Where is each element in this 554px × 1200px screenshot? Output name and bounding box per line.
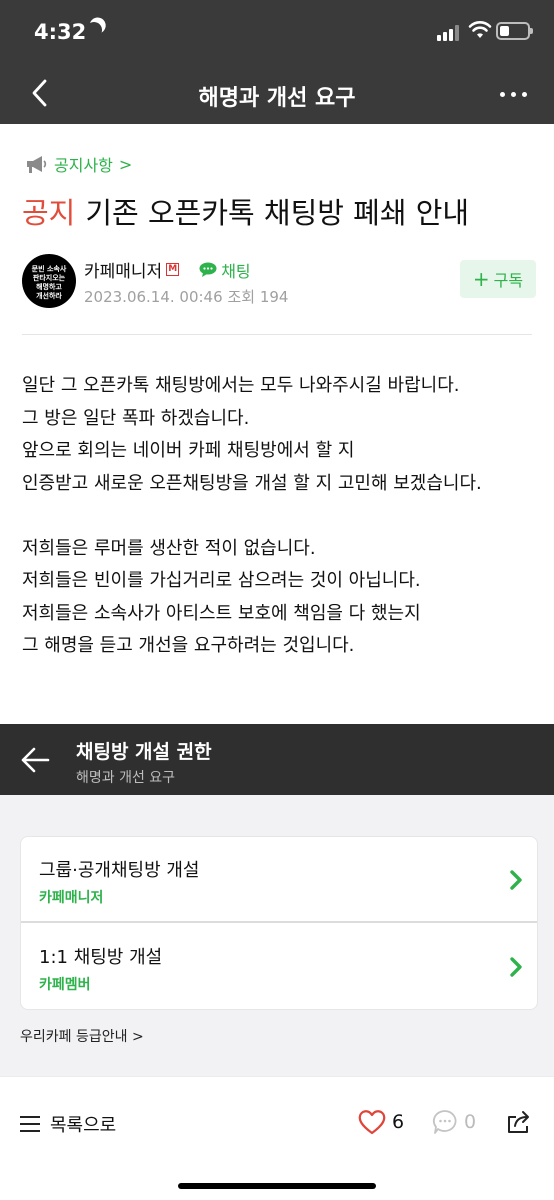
chat-bubble-icon	[199, 262, 217, 277]
divider	[22, 334, 532, 335]
top-bar: 4:32 해명과 개선 요구	[0, 0, 554, 124]
body-line: 저희들은 소속사가 아티스트 보호에 책임을 다 했는지	[22, 602, 421, 624]
body-line: 그 해명을 듣고 개선을 요구하려는 것입니다.	[22, 635, 355, 656]
heart-icon	[358, 1110, 386, 1135]
like-count: 6	[392, 1111, 405, 1133]
board-link[interactable]: 공지사항 >	[24, 152, 132, 176]
subscribe-label: 구독	[493, 271, 524, 290]
manager-badge: M	[166, 263, 180, 276]
menu-item-group-chat[interactable]: 그룹·공개채팅방 개설 카페매니저	[21, 837, 537, 923]
plus-icon: +	[472, 267, 490, 291]
moon-icon	[84, 20, 105, 41]
menu-item-label: 그룹·공개채팅방 개설	[39, 860, 200, 881]
views-label: 조회	[227, 288, 256, 306]
author-name-row: 카페매니저 M 채팅	[84, 257, 251, 283]
status-bar: 4:32	[0, 0, 554, 64]
like-button[interactable]: 6	[358, 1109, 404, 1135]
chevron-right-icon	[510, 957, 522, 977]
post-meta: 2023.06.14. 00:46 조회 194	[84, 286, 288, 307]
post-title-text: 기존 오픈카톡 채팅방 폐쇄 안내	[85, 196, 470, 230]
status-time: 4:32	[34, 20, 87, 44]
navbar: 해명과 개선 요구	[0, 64, 554, 124]
home-indicator	[178, 1183, 376, 1189]
avatar-text-line: 개선하라	[36, 292, 62, 300]
body-line: 인증받고 새로운 오픈채팅방을 개설 할 지 고민해 보겠습니다.	[22, 472, 482, 494]
grade-info-label: 우리카페 등급안내	[20, 1029, 128, 1045]
chevron-right-icon	[510, 870, 522, 890]
post-body: 일단 그 오픈카톡 채팅방에서는 모두 나와주시길 바랍니다. 그 방은 일단 …	[22, 370, 482, 663]
embedded-screen: 채팅방 개설 권한 해명과 개선 요구 그룹·공개채팅방 개설 카페매니저 1:…	[0, 724, 554, 1076]
back-to-list-button[interactable]: 목록으로	[20, 1111, 116, 1137]
more-icon[interactable]	[500, 92, 530, 98]
body-line: 일단 그 오픈카톡 채팅방에서는 모두 나와주시길 바랍니다.	[22, 375, 460, 396]
avatar[interactable]: 문빈 소속사 판타지오는 해명하고 개선하라	[22, 254, 76, 308]
board-name: 공지사항	[54, 156, 113, 175]
menu-item-direct-chat[interactable]: 1:1 채팅방 개설 카페멤버	[21, 924, 537, 1009]
comment-icon	[432, 1110, 457, 1134]
chevron-right-icon: >	[118, 154, 133, 174]
signal-icon	[437, 25, 461, 41]
post-date: 2023.06.14. 00:46	[84, 288, 223, 306]
grade-info-link[interactable]: 우리카페 등급안내 >	[20, 1026, 144, 1046]
avatar-text-line: 문빈 소속사	[31, 265, 67, 273]
back-arrow-icon[interactable]	[20, 746, 50, 774]
author-row: 문빈 소속사 판타지오는 해명하고 개선하라 카페매니저 M 채팅 2023.0…	[22, 252, 536, 310]
share-icon[interactable]	[506, 1109, 532, 1135]
back-to-list-label: 목록으로	[50, 1115, 117, 1136]
menu-item-label: 1:1 채팅방 개설	[39, 947, 163, 968]
megaphone-icon	[27, 156, 47, 173]
views-count: 194	[259, 288, 289, 306]
body-line: 앞으로 회의는 네이버 카페 채팅방에서 할 지	[22, 440, 355, 461]
body-line: 그 방은 일단 폭파 하겠습니다.	[22, 407, 250, 429]
embed-header: 채팅방 개설 권한 해명과 개선 요구	[0, 724, 554, 795]
comment-count: 0	[464, 1111, 477, 1133]
body-line: 저희들은 빈이를 가십거리로 삼으려는 것이 아닙니다.	[22, 570, 421, 591]
embed-subtitle: 해명과 개선 요구	[76, 770, 176, 786]
author-nickname[interactable]: 카페매니저	[84, 257, 162, 282]
avatar-text-line: 판타지오는	[32, 274, 66, 282]
permission-card: 그룹·공개채팅방 개설 카페매니저 1:1 채팅방 개설 카페멤버	[20, 836, 538, 1010]
chevron-right-icon: >	[131, 1029, 144, 1045]
chat-link[interactable]: 채팅	[199, 258, 251, 282]
battery-icon	[496, 22, 533, 40]
wifi-icon	[468, 21, 492, 38]
body-line	[22, 500, 482, 533]
chat-label: 채팅	[221, 261, 251, 281]
menu-item-role: 카페멤버	[39, 977, 91, 993]
menu-icon	[20, 1116, 40, 1132]
bottom-bar: 목록으로 6 0	[0, 1076, 554, 1200]
avatar-text-line: 해명하고	[36, 283, 62, 291]
body-line: 저희들은 루머를 생산한 적이 없습니다.	[22, 537, 316, 559]
comment-button[interactable]: 0	[432, 1109, 476, 1135]
subscribe-button[interactable]: + 구독	[460, 260, 536, 298]
embed-title: 채팅방 개설 권한	[76, 741, 212, 763]
page-title: 해명과 개선 요구	[198, 86, 356, 111]
post-title: 공지 기존 오픈카톡 채팅방 폐쇄 안내	[22, 190, 469, 232]
notice-tag: 공지	[22, 196, 76, 230]
menu-item-role: 카페매니저	[39, 890, 104, 906]
